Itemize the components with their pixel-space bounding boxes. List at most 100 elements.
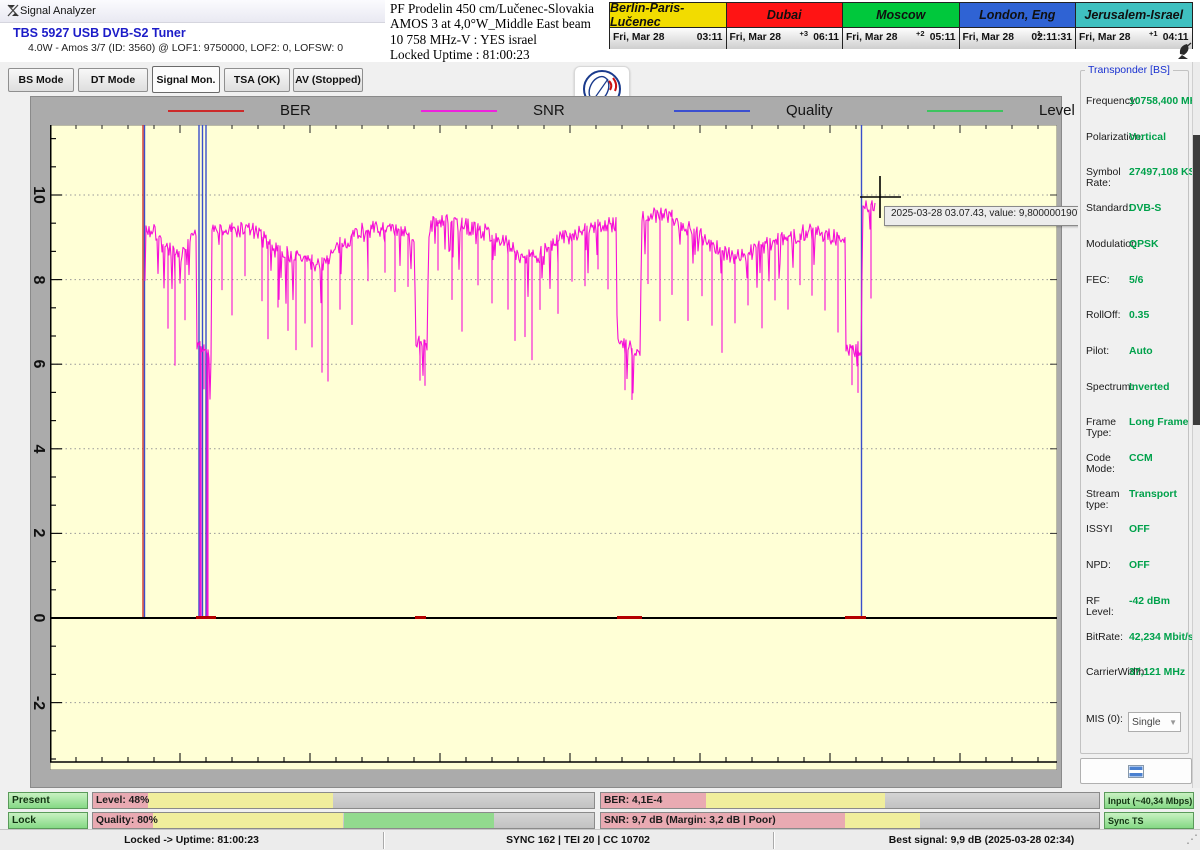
y-tick-label-6: 6 <box>27 342 49 386</box>
clock-date: Fri, Mar 28 <box>846 32 898 43</box>
clock-time: 02:11:31 <box>1031 32 1072 43</box>
field-label-10: Code Mode: <box>1086 453 1115 475</box>
statusbar: Locked -> Uptime: 81:00:23SYNC 162 | TEI… <box>0 829 1200 850</box>
y-tick-label-0: 0 <box>27 596 49 640</box>
tab-dt-mode[interactable]: DT Mode <box>78 68 148 92</box>
satellite-dish-icon <box>1176 40 1196 60</box>
field-value-8: Inverted <box>1129 382 1169 393</box>
clock-city-label: Dubai <box>727 3 843 28</box>
site-info-block: PF Prodelin 450 cm/Lučenec-Slovakia AMOS… <box>390 1 615 62</box>
clock-date: Fri, Mar 28 <box>1079 32 1131 43</box>
clock-time-row: Fri, Mar 28 03:11 <box>610 28 726 49</box>
field-label-9: Frame Type: <box>1086 417 1116 439</box>
quality-legend-label: Quality <box>786 102 833 119</box>
y-tick-label-8: 8 <box>27 258 49 302</box>
field-label-14: RF Level: <box>1086 596 1114 618</box>
titlebar: Signal Analyzer <box>0 0 385 23</box>
clock-dubai: DubaiFri, Mar 28+306:11 <box>726 2 844 49</box>
quality-bar: Quality: 80% <box>92 812 595 829</box>
y-tick-label-2: 2 <box>27 511 49 555</box>
statusbar-section-2: Best signal: 9,9 dB (2025-03-28 02:34) <box>773 830 1190 850</box>
clock-time-row: Fri, Mar 28+205:11 <box>843 28 959 49</box>
snr-legend-line <box>421 110 497 112</box>
tab-tsa-ok-[interactable]: TSA (OK) <box>224 68 290 92</box>
field-value-14: -42 dBm <box>1129 596 1170 607</box>
quality-bar-segment <box>153 813 343 828</box>
clock-city-label: London, Eng <box>960 3 1076 28</box>
level-bar-label: Level: 48% <box>96 795 149 806</box>
ber-bar-label: BER: 4,1E-4 <box>604 795 662 806</box>
mis-value: Single <box>1132 717 1161 728</box>
clock-date: Fri, Mar 28 <box>613 32 665 43</box>
clock-date: Fri, Mar 28 <box>730 32 782 43</box>
statusbar-section-1: SYNC 162 | TEI 20 | CC 10702 <box>383 830 773 850</box>
field-value-0: 10758,400 MHz <box>1129 96 1200 107</box>
field-label-7: Pilot: <box>1086 346 1109 357</box>
y-tick-label-4: 4 <box>27 427 49 471</box>
quality-legend-line <box>674 110 750 112</box>
level-legend-line <box>927 110 1003 112</box>
clock-time: 05:11 <box>930 32 956 43</box>
ber-legend-label: BER <box>280 102 311 119</box>
clock-london-eng: London, EngFri, Mar 28-102:11:31 <box>959 2 1077 49</box>
quality-bar-label: Quality: 80% <box>96 815 158 826</box>
tab-av-stopped-[interactable]: AV (Stopped) <box>293 68 363 92</box>
ber-bar: BER: 4,1E-4 <box>600 792 1100 809</box>
snr-bar-label: SNR: 9,7 dB (Margin: 3,2 dB | Poor) <box>604 815 776 826</box>
quality-bar-segment <box>344 813 494 828</box>
mis-label: MIS (0): <box>1086 714 1123 725</box>
field-value-6: 0.35 <box>1129 310 1149 321</box>
clock-time-row: Fri, Mar 28+104:11 <box>1076 28 1192 49</box>
field-value-2: 27497,108 KS/s <box>1129 167 1200 178</box>
chevron-down-icon: ▼ <box>1169 718 1177 727</box>
field-value-11: Transport <box>1129 489 1177 500</box>
panel-tool-button[interactable] <box>1080 758 1192 784</box>
resize-grip[interactable]: ⋰ <box>1186 832 1198 846</box>
sync-badge: Sync TS <box>1104 812 1194 829</box>
field-value-13: OFF <box>1129 560 1150 571</box>
field-label-13: NPD: <box>1086 560 1111 571</box>
field-value-12: OFF <box>1129 524 1150 535</box>
field-label-12: ISSYI <box>1086 524 1113 535</box>
clock-city-label: Moscow <box>843 3 959 28</box>
panel-scrollbar-thumb[interactable] <box>1193 135 1200 425</box>
field-label-8: Spectrum: <box>1086 382 1133 393</box>
clock-utc-offset: +1 <box>1149 29 1158 38</box>
info-line-uptime: Locked Uptime : 81:00:23 <box>390 47 615 62</box>
field-value-7: Auto <box>1129 346 1153 357</box>
clock-utc-offset: +3 <box>799 29 808 38</box>
info-line-satellite: AMOS 3 at 4,0°W_Middle East beam <box>390 16 615 31</box>
clock-city-label: Jerusalem-Israel <box>1076 3 1192 28</box>
field-label-15: BitRate: <box>1086 632 1123 643</box>
y-tick-label-10: 10 <box>27 173 49 217</box>
lock-badge: Lock <box>8 812 88 829</box>
stream-list-icon <box>1128 765 1144 778</box>
field-value-15: 42,234 Mbit/s <box>1129 632 1194 643</box>
field-value-16: 37,121 MHz <box>1129 667 1185 678</box>
window-title: Signal Analyzer <box>20 5 96 17</box>
tuner-details: 4.0W - Amos 3/7 (ID: 3560) @ LOF1: 97500… <box>28 42 343 54</box>
app-icon <box>6 3 21 18</box>
level-bar-segment <box>148 793 333 808</box>
snr-legend-label: SNR <box>533 102 565 119</box>
tab-signal-mon-[interactable]: Signal Mon. <box>152 66 220 93</box>
mis-select[interactable]: Single ▼ <box>1128 712 1181 732</box>
field-label-5: FEC: <box>1086 275 1110 286</box>
field-value-5: 5/6 <box>1129 275 1143 286</box>
tuner-name: TBS 5927 USB DVB-S2 Tuner <box>13 26 186 40</box>
statusbar-divider <box>383 832 384 849</box>
tab-bs-mode[interactable]: BS Mode <box>8 68 74 92</box>
clock-time-row: Fri, Mar 28+306:11 <box>727 28 843 49</box>
ber-bar-segment <box>706 793 885 808</box>
clock-jerusalem-israel: Jerusalem-IsraelFri, Mar 28+104:11 <box>1075 2 1193 49</box>
clock-time: 03:11 <box>697 32 723 43</box>
present-badge: Present <box>8 792 88 809</box>
field-value-3: DVB-S <box>1129 203 1161 214</box>
snr-bar: SNR: 9,7 dB (Margin: 3,2 dB | Poor) <box>600 812 1100 829</box>
snr-bar-segment <box>845 813 920 828</box>
statusbar-divider <box>773 832 774 849</box>
transponder-title: Transponder [BS] <box>1085 64 1173 76</box>
info-line-dish: PF Prodelin 450 cm/Lučenec-Slovakia <box>390 1 615 16</box>
field-label-3: Standard: <box>1086 203 1131 214</box>
clock-city-label: Berlin-Paris-Lučenec <box>610 3 726 28</box>
